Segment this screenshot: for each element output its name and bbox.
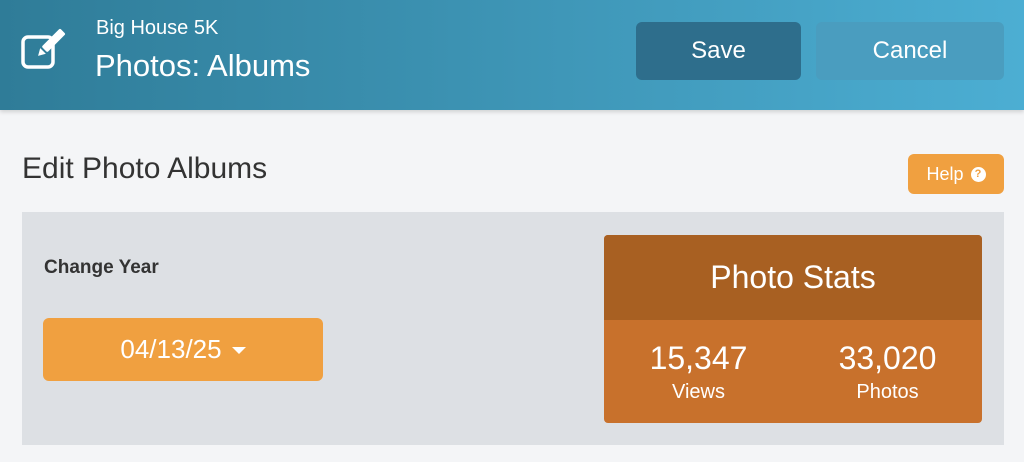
photo-stats-card: Photo Stats 15,347 Views 33,020 Photos [604,235,982,423]
photos-count: 33,020 [838,340,937,376]
edit-icon [20,28,72,72]
caret-down-icon [231,347,246,354]
year-dropdown-value: 04/13/25 [120,334,222,364]
views-count: 15,347 [649,340,748,376]
help-button[interactable]: Help ? [908,154,1004,194]
section-heading: Edit Photo Albums [22,152,268,185]
views-stat: 15,347 Views [604,320,793,423]
photos-label: Photos [856,381,919,403]
change-year-label: Change Year [44,257,159,278]
year-dropdown[interactable]: 04/13/25 [43,318,323,381]
help-label: Help [926,163,964,184]
event-name: Big House 5K [96,17,219,39]
save-button[interactable]: Save [636,22,801,80]
photo-stats-title: Photo Stats [604,235,982,320]
cancel-button[interactable]: Cancel [816,22,1004,80]
question-circle-icon: ? [970,166,986,182]
page-title: Photos: Albums [95,48,311,83]
views-label: Views [672,381,725,403]
app-header: Big House 5K Photos: Albums Save Cancel [0,0,1024,110]
photos-stat: 33,020 Photos [793,320,982,423]
